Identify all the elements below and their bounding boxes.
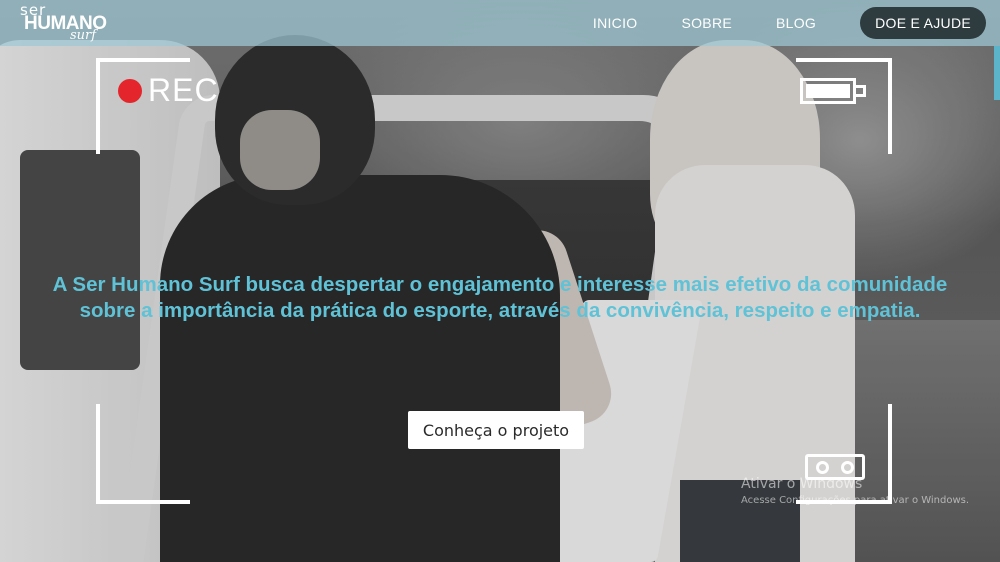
battery-tip-icon [856, 85, 866, 97]
rec-label: REC [148, 72, 219, 108]
site-header: ser HUMANO surf INICIO SOBRE BLOG DOE E … [0, 0, 1000, 46]
viewfinder-corner-bottom-left [96, 404, 190, 504]
viewfinder-corner-top-right [796, 58, 892, 154]
cassette-reel-right [841, 461, 854, 474]
scrollbar-thumb[interactable] [994, 46, 1000, 100]
rec-dot-icon [118, 78, 142, 103]
nav-link-sobre[interactable]: SOBRE [681, 15, 732, 31]
donate-button[interactable]: DOE E AJUDE [860, 7, 986, 39]
nav-link-inicio[interactable]: INICIO [593, 15, 638, 31]
cassette-reel-left [816, 461, 829, 474]
site-logo[interactable]: ser HUMANO surf [18, 1, 108, 45]
nav-link-blog[interactable]: BLOG [776, 15, 816, 31]
watermark-subtitle: Acesse Configurações para ativar o Windo… [741, 495, 970, 506]
rec-indicator: REC [118, 72, 219, 109]
windows-activation-watermark: Ativar o Windows Acesse Configurações pa… [741, 476, 969, 506]
battery-icon [800, 78, 856, 104]
watermark-title: Ativar o Windows [741, 476, 863, 492]
project-button[interactable]: Conheça o projeto [408, 411, 584, 449]
hero-headline: A Ser Humano Surf busca despertar o enga… [52, 273, 948, 322]
logo-surf-text: surf [70, 28, 97, 43]
main-nav: INICIO SOBRE BLOG DOE E AJUDE [593, 0, 1000, 46]
